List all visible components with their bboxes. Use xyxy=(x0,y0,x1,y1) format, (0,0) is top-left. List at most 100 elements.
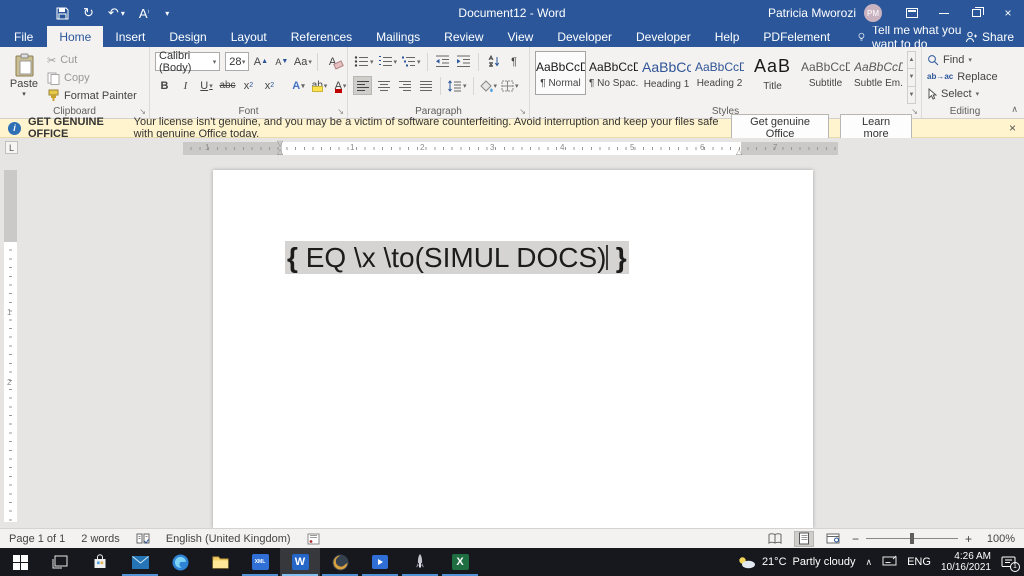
change-case-button[interactable]: Aa▾ xyxy=(293,52,312,71)
zoom-slider-thumb[interactable] xyxy=(910,533,914,544)
avatar[interactable]: PM xyxy=(864,4,882,22)
replace-button[interactable]: ab→ac Replace xyxy=(927,68,1003,85)
input-language[interactable]: ENG xyxy=(907,556,931,568)
tab-pdfelement[interactable]: PDFelement xyxy=(751,26,842,47)
tell-me-box[interactable]: Tell me what you want to do xyxy=(858,26,965,47)
tab-developer-2[interactable]: Developer xyxy=(624,26,703,47)
language-indicator[interactable]: English (United Kingdom) xyxy=(166,533,291,545)
banner-close-icon[interactable]: × xyxy=(1009,121,1016,135)
style-heading-2[interactable]: AaBbCcD Heading 2 xyxy=(694,51,745,95)
close-button[interactable]: × xyxy=(992,0,1024,26)
font-size-combobox[interactable]: 28 ▾ xyxy=(225,52,249,71)
italic-button[interactable]: I xyxy=(176,76,195,95)
underline-button[interactable]: U▾ xyxy=(197,76,216,95)
paragraph-dialog-launcher-icon[interactable]: ↘ xyxy=(519,107,526,116)
word-taskbar-button[interactable]: W xyxy=(280,548,320,576)
strikethrough-button[interactable]: abc xyxy=(218,76,237,95)
superscript-button[interactable]: x2 xyxy=(260,76,279,95)
tab-stop-selector[interactable]: L xyxy=(5,141,18,154)
tab-review[interactable]: Review xyxy=(432,26,495,47)
customize-qat-icon[interactable]: ▾ xyxy=(165,9,169,18)
clipboard-dialog-launcher-icon[interactable]: ↘ xyxy=(139,107,146,116)
style-normal[interactable]: AaBbCcDc ¶ Normal xyxy=(535,51,586,95)
file-explorer-button[interactable] xyxy=(200,548,240,576)
firefox-button[interactable] xyxy=(320,548,360,576)
tab-mailings[interactable]: Mailings xyxy=(364,26,432,47)
action-center-button[interactable]: 1 xyxy=(1001,556,1016,569)
print-layout-button[interactable] xyxy=(794,531,814,547)
show-hide-formatting-button[interactable]: ¶ xyxy=(505,52,524,71)
bold-button[interactable]: B xyxy=(155,76,174,95)
align-left-button[interactable] xyxy=(353,76,372,95)
style-scroll-down-icon[interactable]: ▼ xyxy=(908,69,915,86)
page-indicator[interactable]: Page 1 of 1 xyxy=(9,533,65,545)
proofing-icon[interactable] xyxy=(136,533,150,545)
align-right-button[interactable] xyxy=(395,76,414,95)
touch-keyboard-icon[interactable] xyxy=(882,555,897,570)
cut-button[interactable]: ✂ Cut xyxy=(47,52,137,69)
tab-insert[interactable]: Insert xyxy=(103,26,157,47)
tab-help[interactable]: Help xyxy=(703,26,752,47)
select-button[interactable]: Select▾ xyxy=(927,85,1003,102)
increase-indent-button[interactable] xyxy=(454,52,473,71)
zoom-in-icon[interactable]: + xyxy=(965,532,972,546)
show-hidden-icons-chevron[interactable]: ∧ xyxy=(866,557,873,568)
font-name-combobox[interactable]: Calibri (Body) ▾ xyxy=(155,52,220,71)
multilevel-list-button[interactable]: ▾ xyxy=(400,52,422,71)
style-subtle-emphasis[interactable]: AaBbCcDc Subtle Em... xyxy=(853,51,904,95)
microsoft-store-button[interactable] xyxy=(80,548,120,576)
text-effects-button[interactable]: A▾ xyxy=(289,76,308,95)
zoom-slider-track[interactable] xyxy=(866,538,958,539)
save-icon[interactable] xyxy=(56,7,69,20)
borders-button[interactable]: ▾ xyxy=(500,76,520,95)
movies-tv-button[interactable] xyxy=(360,548,400,576)
style-gallery-more-icon[interactable]: ▼ xyxy=(908,87,915,103)
bullets-button[interactable]: ▾ xyxy=(353,52,375,71)
edge-browser-button[interactable] xyxy=(160,548,200,576)
subscript-button[interactable]: x2 xyxy=(239,76,258,95)
align-center-button[interactable] xyxy=(374,76,393,95)
text-highlight-button[interactable]: ab▾ xyxy=(310,76,329,95)
read-aloud-icon[interactable]: A⁾ xyxy=(139,6,149,21)
account-name[interactable]: Patricia Mworozi xyxy=(768,6,856,20)
tab-file[interactable]: File xyxy=(0,26,47,47)
collapse-ribbon-icon[interactable]: ∧ xyxy=(1011,104,1018,115)
styles-dialog-launcher-icon[interactable]: ↘ xyxy=(911,107,918,116)
share-button[interactable]: Share xyxy=(965,26,1014,47)
numbering-button[interactable]: ▾ xyxy=(377,52,399,71)
document-page[interactable]: { EQ \x \to(SIMUL DOCS) } xyxy=(213,170,813,528)
tab-design[interactable]: Design xyxy=(157,26,218,47)
hanging-indent-marker[interactable]: △ xyxy=(277,148,283,156)
minimize-button[interactable] xyxy=(928,0,960,26)
font-dialog-launcher-icon[interactable]: ↘ xyxy=(337,107,344,116)
tab-view[interactable]: View xyxy=(496,26,546,47)
right-indent-marker[interactable]: △ xyxy=(736,148,742,156)
line-spacing-button[interactable]: ▾ xyxy=(446,76,468,95)
start-button[interactable] xyxy=(0,548,40,576)
zoom-level[interactable]: 100% xyxy=(981,533,1015,545)
tab-developer-1[interactable]: Developer xyxy=(545,26,624,47)
ribbon-display-options-button[interactable] xyxy=(896,0,928,26)
style-heading-1[interactable]: AaBbCc Heading 1 xyxy=(641,51,692,95)
style-scroll-up-icon[interactable]: ▲ xyxy=(908,52,915,69)
sort-button[interactable] xyxy=(484,52,503,71)
weather-widget[interactable]: 21°C Partly cloudy xyxy=(737,556,856,569)
horizontal-ruler[interactable]: 1 1 2 3 4 5 6 7 ▽ △ △ xyxy=(183,142,838,155)
undo-icon[interactable]: ↶▾ xyxy=(108,5,125,21)
web-layout-button[interactable] xyxy=(823,531,843,547)
mail-button[interactable] xyxy=(120,548,160,576)
task-view-button[interactable] xyxy=(40,548,80,576)
zoom-out-icon[interactable]: − xyxy=(852,532,859,546)
clear-formatting-button[interactable]: A xyxy=(323,52,342,71)
paste-button[interactable]: Paste ▾ xyxy=(5,51,43,104)
tab-home[interactable]: Home xyxy=(47,26,103,47)
format-painter-button[interactable]: Format Painter xyxy=(47,87,137,104)
macro-record-icon[interactable] xyxy=(307,533,320,545)
tab-layout[interactable]: Layout xyxy=(219,26,279,47)
rocket-app-button[interactable] xyxy=(400,548,440,576)
repeat-icon[interactable]: ↻ xyxy=(83,5,94,21)
decrease-indent-button[interactable] xyxy=(433,52,452,71)
copy-button[interactable]: Copy xyxy=(47,70,137,87)
tab-references[interactable]: References xyxy=(279,26,364,47)
excel-taskbar-button[interactable]: X xyxy=(440,548,480,576)
